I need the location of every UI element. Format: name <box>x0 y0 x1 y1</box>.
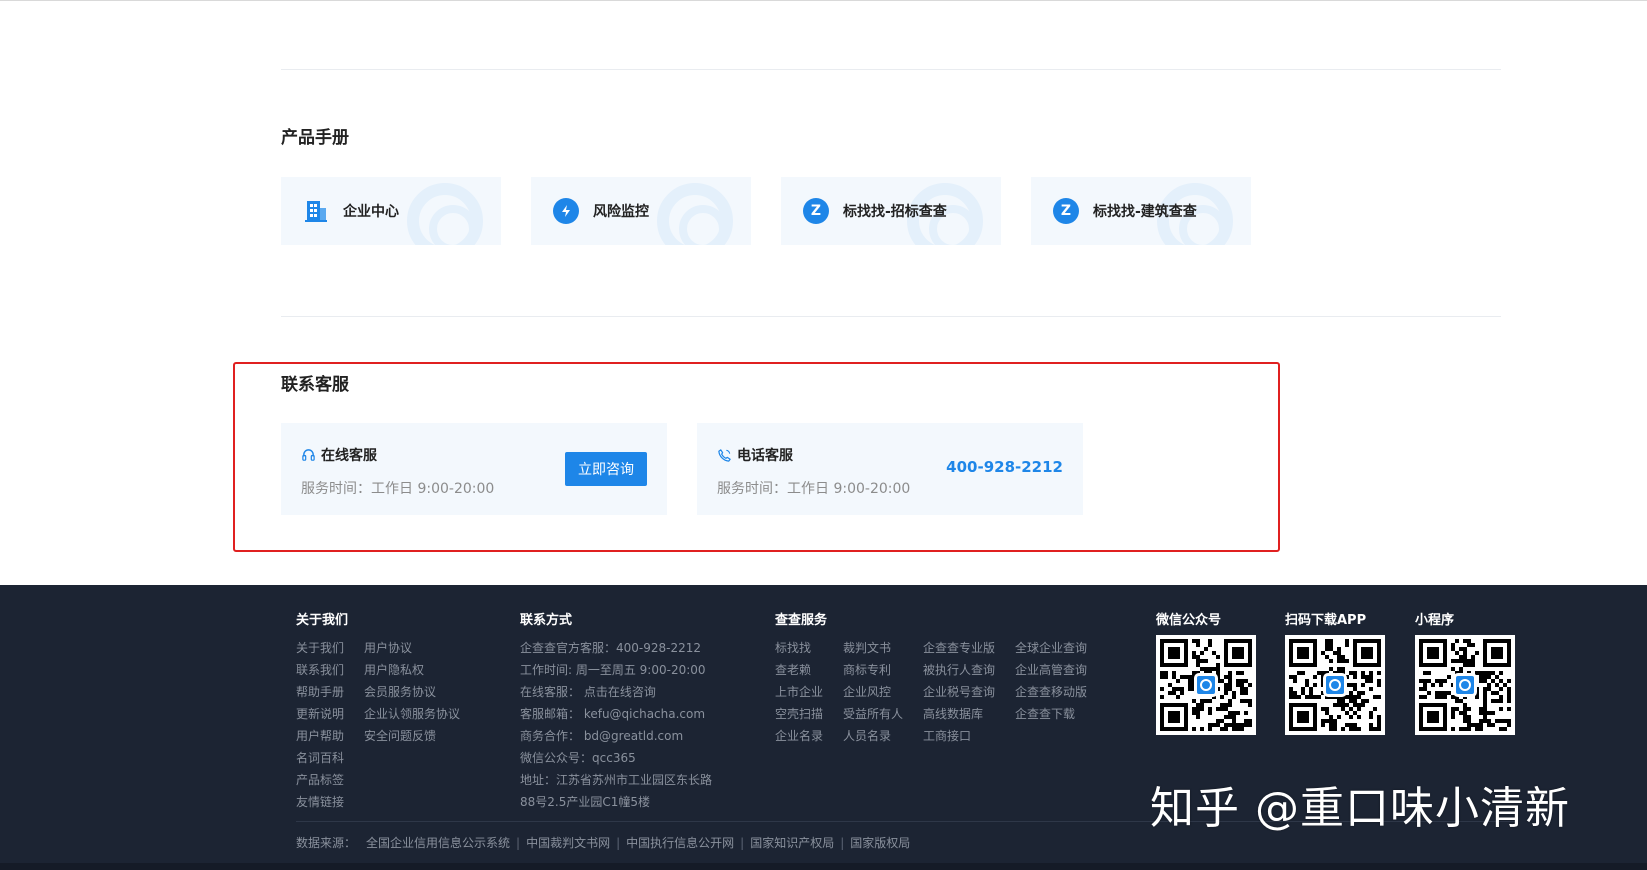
qcc-logo-icon <box>1323 673 1347 697</box>
footer-link[interactable]: 被执行人查询 <box>923 661 995 678</box>
section-divider <box>281 69 1501 70</box>
footer-link[interactable]: 用户帮助 <box>296 727 344 744</box>
footer-link[interactable]: 在线客服： 点击在线咨询 <box>520 683 656 700</box>
footer-link[interactable]: 上市企业 <box>775 683 823 700</box>
footer-link[interactable]: 联系我们 <box>296 661 344 678</box>
app-qr-code <box>1285 635 1385 735</box>
qcc-logo-icon <box>1453 673 1477 697</box>
footer-link[interactable]: 商务合作： bd@greatld.com <box>520 727 683 744</box>
footer-link[interactable]: 微信公众号：qcc365 <box>520 749 636 766</box>
footer-link[interactable]: 裁判文书 <box>843 639 891 656</box>
qcc-logo-icon <box>1194 673 1218 697</box>
phone-service-heading: 电话客服 <box>717 445 793 465</box>
shield-icon <box>553 198 579 224</box>
qr-miniprogram-title: 小程序 <box>1415 613 1455 628</box>
z-logo-icon: Z <box>803 198 829 224</box>
section-divider <box>281 316 1501 317</box>
product-card-building-search[interactable]: Z 标找找-建筑查查 <box>1031 177 1251 245</box>
footer-link[interactable]: 会员服务协议 <box>364 683 436 700</box>
footer-link[interactable]: 用户隐私权 <box>364 661 424 678</box>
footer-bottom-bar <box>0 863 1647 870</box>
footer-link[interactable]: 88号2.5产业园C1幢5楼 <box>520 793 650 810</box>
footer-link[interactable]: 人员名录 <box>843 727 891 744</box>
footer-link[interactable]: 更新说明 <box>296 705 344 722</box>
phone-number[interactable]: 400-928-2212 <box>946 458 1063 476</box>
online-service-card: 在线客服 服务时间：工作日 9:00-20:00 立即咨询 <box>281 423 667 515</box>
footer-services-title: 查查服务 <box>775 613 828 628</box>
data-sources-label: 数据来源： <box>296 836 357 850</box>
product-card-risk-monitor[interactable]: 风险监控 <box>531 177 751 245</box>
online-service-label: 在线客服 <box>321 448 377 464</box>
product-card-label: 企业中心 <box>343 204 399 220</box>
footer-link[interactable]: 企业名录 <box>775 727 823 744</box>
footer-link[interactable]: 企业税号查询 <box>923 683 995 700</box>
headset-icon <box>302 448 315 461</box>
consult-now-button[interactable]: 立即咨询 <box>565 452 647 486</box>
footer-link[interactable]: 用户协议 <box>364 639 412 656</box>
service-hours: 服务时间：工作日 9:00-20:00 <box>717 481 911 497</box>
footer-link[interactable]: 工商接口 <box>923 727 971 744</box>
qr-app-title: 扫码下载APP <box>1285 613 1367 628</box>
phone-service-card: 电话客服 服务时间：工作日 9:00-20:00 400-928-2212 <box>697 423 1083 515</box>
source-link[interactable]: 中国执行信息公开网 <box>626 834 734 851</box>
qr-wechat-title: 微信公众号 <box>1156 613 1222 628</box>
footer-link[interactable]: 企查查下载 <box>1015 705 1075 722</box>
card-watermark <box>657 183 733 245</box>
phone-icon <box>718 448 731 462</box>
footer-link[interactable]: 关于我们 <box>296 639 344 656</box>
footer-link[interactable]: 查老赖 <box>775 661 811 678</box>
product-card-enterprise-center[interactable]: 企业中心 <box>281 177 501 245</box>
source-link[interactable]: 国家版权局 <box>850 834 910 851</box>
footer-link[interactable]: 企查查移动版 <box>1015 683 1087 700</box>
footer-link[interactable]: 标找找 <box>775 639 811 656</box>
footer-link[interactable]: 受益所有人 <box>843 705 903 722</box>
footer-link[interactable]: 企查查专业版 <box>923 639 995 656</box>
footer-link[interactable]: 企查查官方客服：400-928-2212 <box>520 639 701 656</box>
product-card-label: 标找找-建筑查查 <box>1093 204 1197 220</box>
footer-contact-title: 联系方式 <box>520 613 573 628</box>
footer-link[interactable]: 产品标签 <box>296 771 344 788</box>
source-link[interactable]: 中国裁判文书网 <box>526 834 610 851</box>
footer-link[interactable]: 企业高管查询 <box>1015 661 1087 678</box>
online-service-heading: 在线客服 <box>301 445 377 465</box>
footer-link[interactable]: 帮助手册 <box>296 683 344 700</box>
footer-link[interactable]: 工作时间: 周一至周五 9:00-20:00 <box>520 661 706 678</box>
source-link[interactable]: 国家知识产权局 <box>750 834 834 851</box>
footer-link[interactable]: 名词百科 <box>296 749 344 766</box>
product-card-label: 风险监控 <box>593 204 649 220</box>
source-link[interactable]: 全国企业信用信息公示系统 <box>366 834 510 851</box>
footer-link[interactable]: 安全问题反馈 <box>364 727 436 744</box>
footer-link[interactable]: 友情链接 <box>296 793 344 810</box>
footer-about-title: 关于我们 <box>296 613 349 628</box>
footer-link[interactable]: 商标专利 <box>843 661 891 678</box>
footer-link[interactable]: 空壳扫描 <box>775 705 823 722</box>
footer-link[interactable]: 全球企业查询 <box>1015 639 1087 656</box>
product-card-label: 标找找-招标查查 <box>843 204 947 220</box>
service-hours: 服务时间：工作日 9:00-20:00 <box>301 481 495 497</box>
top-border <box>0 0 1647 1</box>
phone-service-label: 电话客服 <box>737 448 793 464</box>
product-manual-title: 产品手册 <box>281 128 349 148</box>
contact-service-title: 联系客服 <box>281 375 349 395</box>
product-card-bid-search[interactable]: Z 标找找-招标查查 <box>781 177 1001 245</box>
footer-link[interactable]: 高线数据库 <box>923 705 983 722</box>
miniprogram-qr-code <box>1415 635 1515 735</box>
footer-link[interactable]: 企业风控 <box>843 683 891 700</box>
footer-link[interactable]: 客服邮箱： kefu@qichacha.com <box>520 705 705 722</box>
data-sources: 数据来源： 全国企业信用信息公示系统 | 中国裁判文书网 | 中国执行信息公开网 | … <box>296 834 911 851</box>
zhihu-watermark: 知乎 @重口味小清新 <box>1150 783 1570 834</box>
z-logo-icon: Z <box>1053 198 1079 224</box>
footer-link[interactable]: 地址：江苏省苏州市工业园区东长路 <box>520 771 712 788</box>
building-icon <box>303 198 329 224</box>
footer-link[interactable]: 企业认领服务协议 <box>364 705 460 722</box>
card-watermark <box>407 183 483 245</box>
wechat-qr-code <box>1156 635 1256 735</box>
